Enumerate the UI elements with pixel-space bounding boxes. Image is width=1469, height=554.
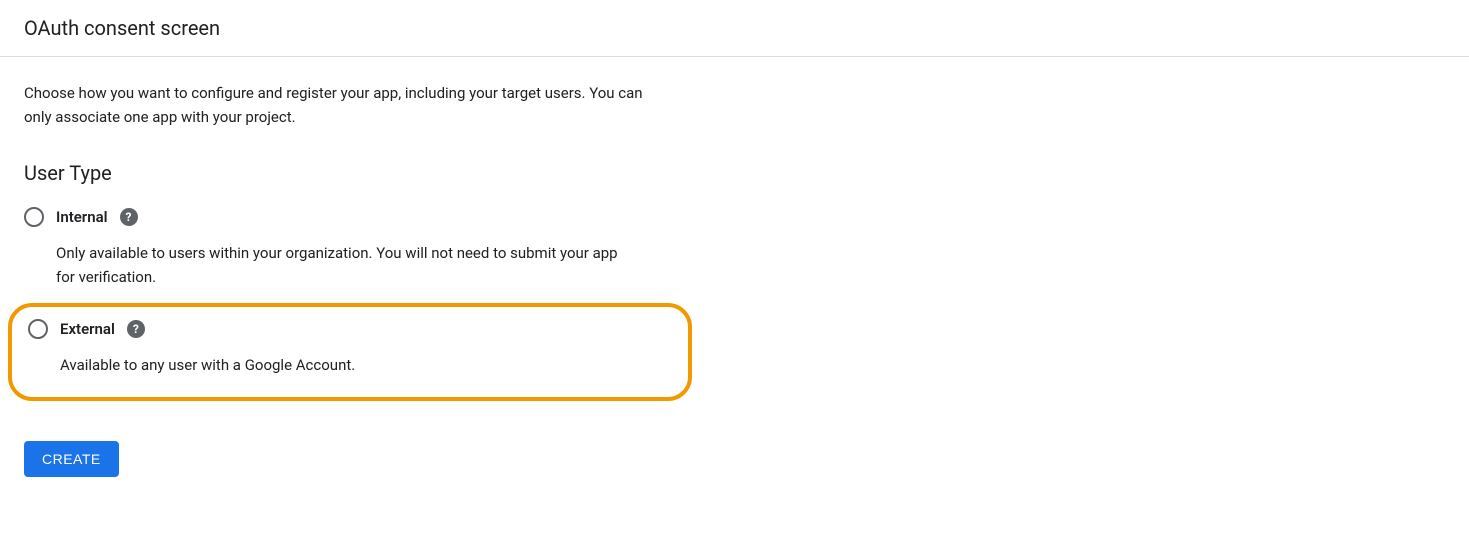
- user-type-heading: User Type: [24, 161, 676, 185]
- user-type-radio-group: Internal ? Only available to users withi…: [24, 203, 676, 401]
- radio-external[interactable]: [28, 319, 48, 339]
- highlighted-option-external: External ? Available to any user with a …: [8, 303, 692, 401]
- page-header: OAuth consent screen: [0, 0, 1469, 57]
- main-content: Choose how you want to configure and reg…: [0, 57, 700, 501]
- radio-item-internal: Internal ? Only available to users withi…: [24, 203, 676, 303]
- radio-label-external: External: [60, 320, 115, 338]
- create-button[interactable]: CREATE: [24, 441, 119, 477]
- help-icon[interactable]: ?: [127, 320, 145, 338]
- radio-internal[interactable]: [24, 207, 44, 227]
- intro-text: Choose how you want to configure and reg…: [24, 81, 644, 129]
- radio-description-external: Available to any user with a Google Acco…: [60, 353, 630, 377]
- page-title: OAuth consent screen: [24, 16, 1445, 40]
- radio-row-internal: Internal ?: [24, 207, 676, 227]
- radio-item-external: External ? Available to any user with a …: [24, 319, 676, 377]
- radio-label-internal: Internal: [56, 208, 108, 226]
- radio-row-external: External ?: [28, 319, 676, 339]
- help-icon[interactable]: ?: [120, 208, 138, 226]
- radio-description-internal: Only available to users within your orga…: [56, 241, 626, 289]
